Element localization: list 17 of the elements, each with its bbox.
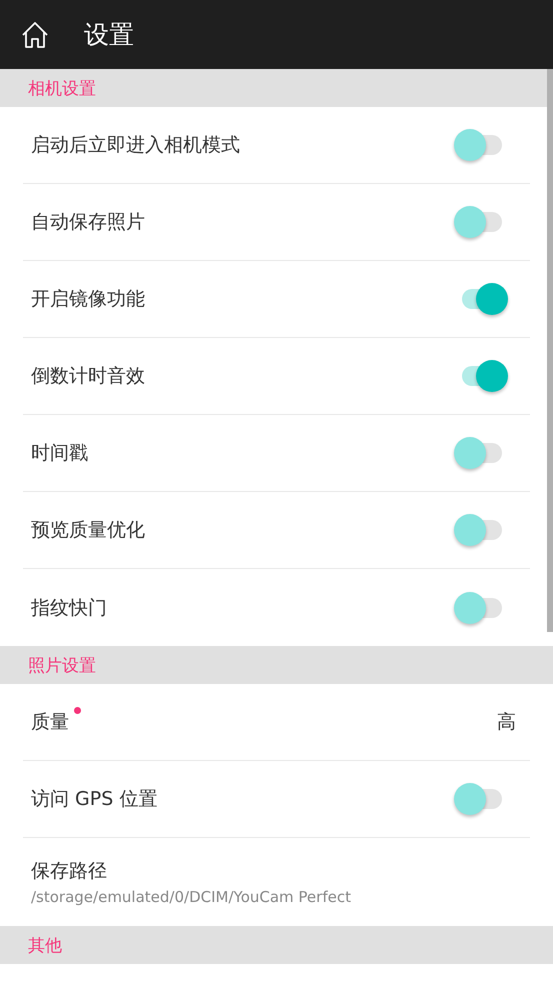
setting-label: 指纹快门 (31, 596, 108, 620)
setting-label: 预览质量优化 (31, 518, 146, 543)
setting-label: 启动后立即进入相机模式 (31, 133, 241, 158)
setting-label: 保存路径 (31, 859, 107, 884)
setting-label: 访问 GPS 位置 (31, 787, 158, 812)
setting-summary: /storage/emulated/0/DCIM/YouCam Perfect (31, 888, 351, 906)
section-header: 其他 (0, 926, 553, 964)
screen-title: 设置 (84, 19, 134, 51)
setting-value: 高 (497, 710, 516, 735)
setting-label: 时间戳 (31, 441, 89, 466)
setting-label: 开启镜像功能 (31, 287, 146, 312)
home-icon[interactable] (20, 20, 50, 50)
setting-label: 质量 (31, 710, 69, 735)
setting-label: 倒数计时音效 (31, 364, 146, 389)
section-header: 照片设置 (0, 646, 553, 684)
scrollbar[interactable] (547, 69, 553, 632)
setting-label: 自动保存照片 (31, 210, 146, 235)
